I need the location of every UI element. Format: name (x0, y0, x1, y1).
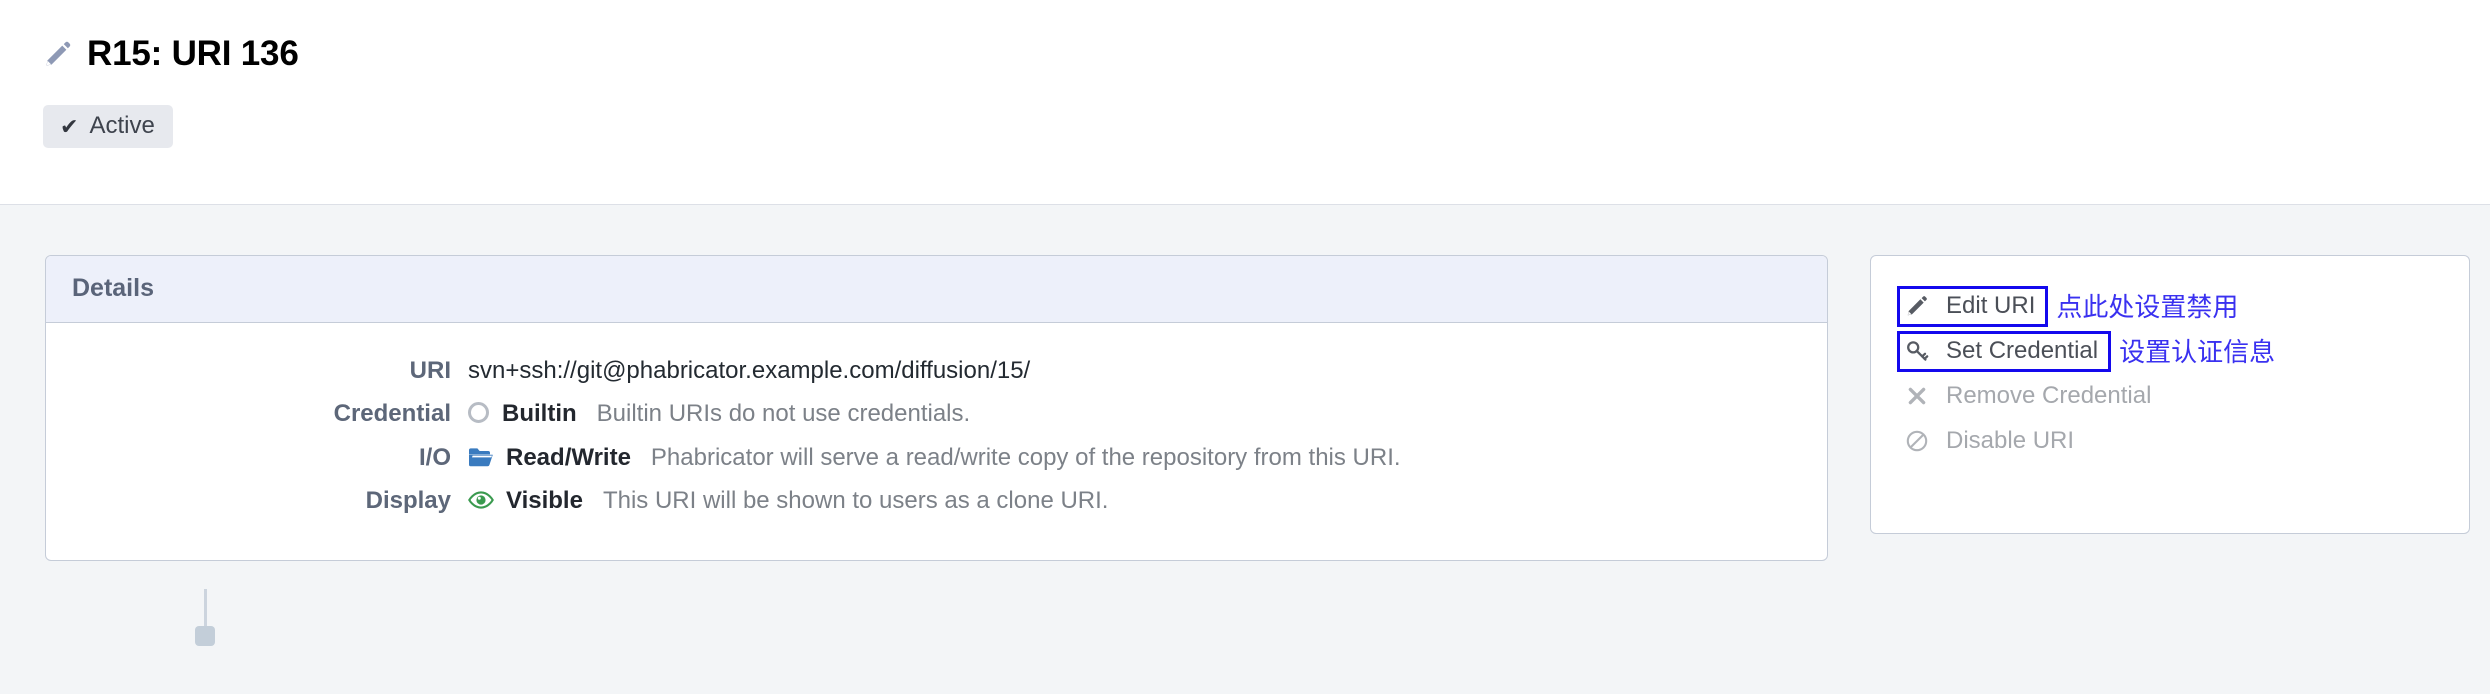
folder-open-icon (468, 446, 494, 468)
action-label-disable-uri: Disable URI (1946, 427, 2075, 454)
eye-icon (468, 489, 494, 511)
disable-uri-hitbox: Disable URI (1897, 421, 2087, 462)
detail-label-io: I/O (418, 443, 451, 471)
display-value-text: Visible (506, 486, 583, 514)
action-item-edit-uri[interactable]: Edit URI 点此处设置禁用 (1871, 284, 2469, 329)
pencil-icon (43, 39, 73, 69)
detail-row-display: Display Visible This URI will be shown t… (46, 479, 1827, 522)
circle-outline-icon (468, 402, 489, 424)
key-icon (1904, 338, 1930, 364)
action-label-set-credential: Set Credential (1946, 337, 2099, 364)
detail-value-credential: Builtin Builtin URIs do not use credenti… (451, 399, 970, 428)
display-description: This URI will be shown to users as a clo… (602, 486, 1109, 514)
set-credential-hitbox[interactable]: Set Credential (1897, 331, 2112, 372)
detail-value-uri: svn+ssh://git@phabricator.example.com/di… (451, 356, 1030, 385)
actions-panel: Edit URI 点此处设置禁用 Set Credential 设置认证信息 R… (1870, 255, 2470, 534)
detail-row-credential: Credential Builtin Builtin URIs do not u… (46, 392, 1827, 435)
timeline-node (195, 626, 215, 646)
annotation-edit-uri: 点此处设置禁用 (2056, 291, 2239, 322)
detail-row-uri: URI svn+ssh://git@phabricator.example.co… (46, 349, 1827, 392)
page-body: Details URI svn+ssh://git@phabricator.ex… (0, 205, 2490, 694)
detail-row-io: I/O Read/Write Phabricator will serve a … (46, 436, 1827, 479)
action-label-remove-credential: Remove Credential (1946, 382, 2152, 409)
pencil-icon (1904, 293, 1930, 319)
status-badge: ✔ Active (43, 105, 173, 148)
action-label-edit-uri: Edit URI (1946, 292, 2036, 319)
details-panel-header: Details (46, 256, 1827, 323)
timeline-connector (204, 589, 207, 627)
details-panel: Details URI svn+ssh://git@phabricator.ex… (45, 255, 1828, 562)
status-badge-label: Active (89, 112, 155, 139)
page-root: R15: URI 136 ✔ Active Details URI svn+ss… (0, 0, 2490, 694)
credential-description: Builtin URIs do not use credentials. (596, 400, 971, 428)
io-value-text: Read/Write (506, 443, 631, 471)
detail-label-credential: Credential (333, 400, 451, 428)
close-x-icon (1904, 383, 1930, 409)
actions-list: Edit URI 点此处设置禁用 Set Credential 设置认证信息 R… (1871, 256, 2469, 464)
io-description: Phabricator will serve a read/write copy… (650, 443, 1401, 471)
page-title-row: R15: URI 136 (43, 36, 299, 71)
page-header: R15: URI 136 ✔ Active (0, 0, 2490, 205)
action-item-remove-credential: Remove Credential (1871, 374, 2469, 419)
action-item-disable-uri: Disable URI (1871, 419, 2469, 464)
page-title: R15: URI 136 (87, 34, 299, 73)
uri-value-text: svn+ssh://git@phabricator.example.com/di… (468, 357, 1031, 384)
ban-icon (1904, 428, 1930, 454)
detail-label-display: Display (365, 486, 451, 514)
details-panel-title: Details (72, 274, 154, 302)
edit-uri-hitbox[interactable]: Edit URI (1897, 286, 2049, 327)
detail-value-io: Read/Write Phabricator will serve a read… (451, 443, 1401, 472)
check-icon: ✔ (60, 114, 79, 139)
credential-value-text: Builtin (502, 400, 577, 428)
action-item-set-credential[interactable]: Set Credential 设置认证信息 (1871, 329, 2469, 374)
remove-credential-hitbox: Remove Credential (1897, 376, 2164, 417)
details-panel-body: URI svn+ssh://git@phabricator.example.co… (46, 323, 1827, 560)
annotation-set-credential: 设置认证信息 (2119, 336, 2276, 367)
detail-value-display: Visible This URI will be shown to users … (451, 486, 1108, 515)
detail-label-uri: URI (409, 357, 451, 384)
